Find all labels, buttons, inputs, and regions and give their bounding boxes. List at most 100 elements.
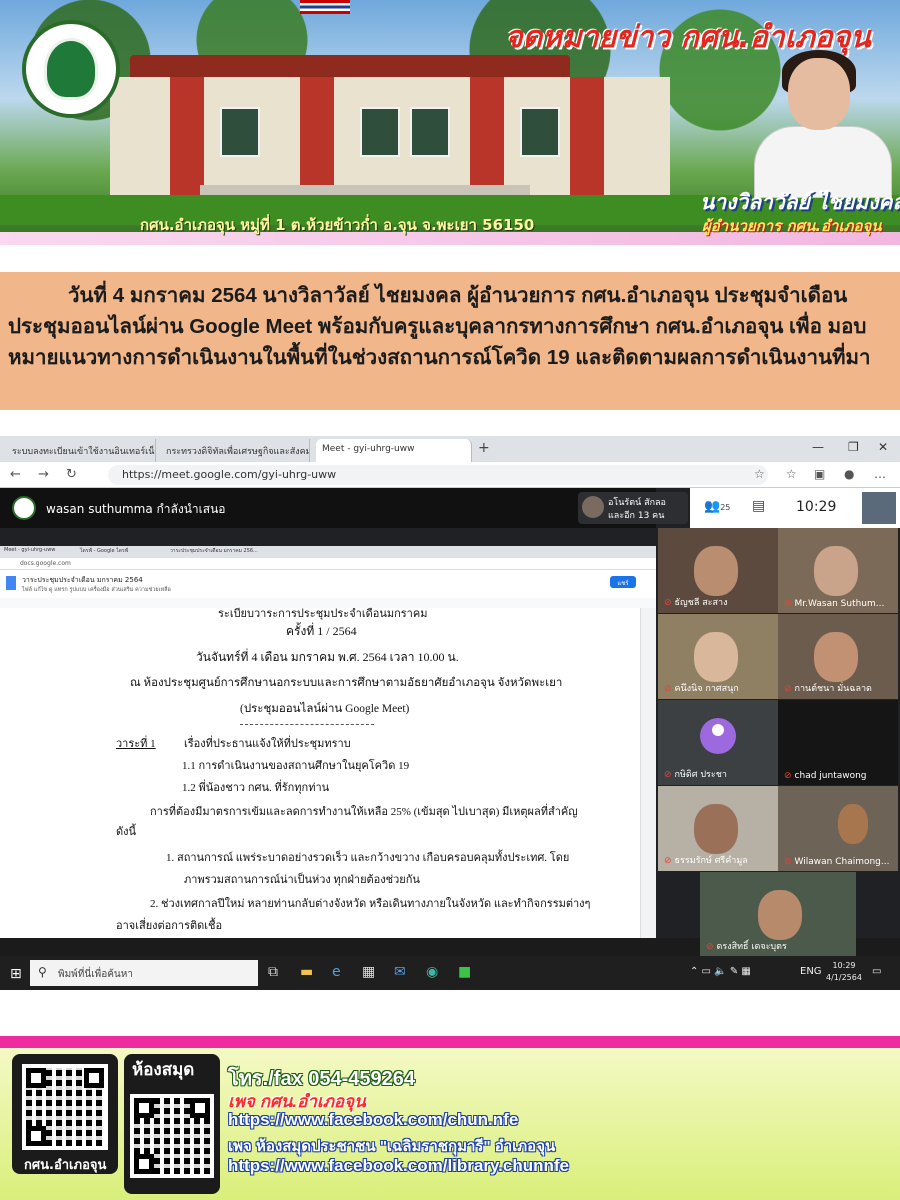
participant-tile[interactable]: ⊘ ธรรมรักษ์ ศรีคำมูล (658, 786, 778, 871)
library-label: ห้องสมุด (132, 1060, 195, 1080)
docs-icon (6, 576, 16, 590)
close-icon[interactable]: ✕ (878, 440, 888, 454)
mic-off-icon: ⊘ (784, 599, 792, 609)
forward-icon[interactable]: → (38, 467, 49, 482)
browser-tab-active[interactable]: Meet - gyi-uhrg-uww (316, 439, 472, 462)
doc-line: ครั้งที่ 1 / 2564 (286, 624, 357, 638)
thai-flag (300, 0, 350, 14)
newsletter-page: จดหมายข่าว กศน.อำเภอจุน กศน.อำเภอจุน หมู… (0, 0, 900, 1200)
doc-url: docs.google.com (0, 558, 656, 570)
participant-tile[interactable]: ⊘ คนึงนิจ กาศสนุก (658, 614, 778, 699)
reload-icon[interactable]: ↻ (66, 467, 77, 482)
nfe-logo (22, 20, 120, 118)
star-icon[interactable]: ☆ (754, 467, 765, 481)
participant-name: ธัญชลี สะสาง (674, 598, 728, 608)
mic-off-icon: ⊘ (784, 857, 792, 867)
director-role: ผู้อำนวยการ กศน.อำเภอจุน (702, 217, 882, 235)
mic-off-icon: ⊘ (784, 771, 792, 781)
participant-tile[interactable]: ⊘ กานต์ชนา มั่นฉลาด (778, 614, 898, 699)
office-building-photo (110, 55, 670, 205)
menu-dots-icon[interactable]: … (874, 467, 886, 481)
favorites-icon[interactable]: ☆ (786, 467, 797, 481)
contact-footer: กศน.อำเภอจุน ห้องสมุด โทร./fax 054-45926… (0, 1048, 900, 1200)
clock-date: 4/1/2564 (826, 973, 862, 982)
participant-name: คนึงนิจ กาศสนุก (674, 684, 739, 694)
qr-label: กศน.อำเภอจุน (24, 1158, 107, 1173)
tray-icons[interactable]: ⌃ ▭ 🔈 ✎ ▦ (690, 966, 751, 977)
participant-tile[interactable]: ⊘ chad juntawong (778, 700, 898, 785)
edge-icon[interactable]: ◉ (426, 964, 438, 980)
search-icon: ⚲ (38, 965, 47, 979)
doc-line: ระเบียบวาระการประชุมประจำเดือนมกราคม (218, 608, 428, 620)
collections-icon[interactable]: ▣ (814, 467, 825, 481)
footer-divider (0, 1036, 900, 1048)
minimize-icon[interactable]: — (812, 440, 824, 454)
presenter-bar: wasan suthumma กำลังนำเสนอ อโนรัตน์ สักล… (0, 488, 688, 528)
taskbar-clock[interactable]: 10:29 4/1/2564 (826, 960, 862, 984)
browser-tab[interactable]: ระบบลงทะเบียนเข้าใช้งานอินเทอร์เน็ต (6, 439, 156, 462)
people-button[interactable]: 👥25 (704, 499, 730, 514)
ie-icon[interactable]: e (332, 964, 341, 980)
back-icon[interactable]: ← (10, 467, 21, 482)
participant-tile[interactable]: ⊘ กษิดิศ ประชา (658, 700, 778, 785)
joiner-more: และอีก 13 คน (608, 511, 665, 521)
browser-tab[interactable]: กระทรวงดิจิทัลเพื่อเศรษฐกิจและสังคม (160, 439, 310, 462)
task-view-icon[interactable]: ⧉ (268, 964, 278, 980)
browser-tabbar: ระบบลงทะเบียนเข้าใช้งานอินเทอร์เน็ต กระท… (0, 436, 900, 462)
meet-time: 10:29 (796, 499, 837, 515)
doc-title[interactable]: วาระประชุมประจำเดือน มกราคม 2564 (22, 575, 143, 586)
mic-off-icon: ⊘ (664, 856, 672, 866)
participant-tile[interactable]: ⊘ Wilawan Chaimong... (778, 786, 898, 871)
joiner-avatar (582, 496, 604, 518)
library-page-label: เพจ ห้องสมุดประชาชน "เฉลิมราชกุมารี" อำเ… (228, 1138, 556, 1155)
doc-line: (ประชุมออนไลน์ผ่าน Google Meet) (240, 703, 410, 715)
presenter-avatar (12, 496, 36, 520)
participant-grid: ⊘ ธัญชลี สะสาง ⊘ Mr.Wasan Suthum... ⊘ คนึงน… (656, 528, 900, 957)
store-icon[interactable]: ▦ (362, 964, 375, 980)
windows-taskbar: ⊞ ⚲ พิมพ์ที่นี่เพื่อค้นหา ⧉ ▬ e ▦ ✉ ◉ ■ … (0, 956, 900, 990)
mail-icon[interactable]: ✉ (394, 964, 406, 980)
participant-name: Wilawan Chaimong... (794, 857, 890, 867)
search-placeholder: พิมพ์ที่นี่เพื่อค้นหา (58, 969, 133, 980)
maximize-icon[interactable]: ❐ (848, 440, 859, 454)
browser-addressbar: ← → ↻ https://meet.google.com/gyi-uhrg-u… (0, 462, 900, 488)
doc-tab: Meet - gyi-uhrg-uww (4, 547, 56, 553)
participant-tile[interactable]: ⊘ ธัญชลี สะสาง (658, 528, 778, 613)
doc-line: 1. สถานการณ์ แพร่ระบาดอย่างรวดเร็ว และกว… (166, 852, 570, 864)
share-button[interactable]: แชร์ (610, 576, 636, 588)
participant-name: กานต์ชนา มั่นฉลาด (794, 684, 872, 694)
participant-tile[interactable]: ⊘ Mr.Wasan Suthum... (778, 528, 898, 613)
presenter-name: wasan suthumma กำลังนำเสนอ (46, 502, 226, 516)
file-explorer-icon[interactable]: ▬ (300, 964, 313, 980)
join-notification: อโนรัตน์ สักลอ และอีก 13 คน (578, 492, 688, 524)
notification-icon[interactable]: ▭ (872, 966, 881, 977)
doc-tab: ไดรฟ์ - Google ไดรฟ์ (80, 548, 129, 554)
facebook-link[interactable]: https://www.facebook.com/chun.nfe (228, 1110, 518, 1130)
doc-body: ระเบียบวาระการประชุมประจำเดือนมกราคม ครั… (0, 608, 640, 938)
taskbar-search[interactable]: ⚲ พิมพ์ที่นี่เพื่อค้นหา (30, 960, 258, 986)
mic-off-icon: ⊘ (664, 770, 672, 780)
language-indicator[interactable]: ENG (800, 966, 822, 977)
line-icon[interactable]: ■ (458, 964, 471, 980)
chat-icon[interactable]: ▤ (752, 498, 765, 514)
headline-text: วันที่ 4 มกราคม 2564 นางวิลาวัลย์ ไชยมงค… (8, 284, 871, 369)
windows-start-icon[interactable]: ⊞ (10, 966, 22, 982)
mic-off-icon: ⊘ (784, 684, 792, 694)
url-field[interactable]: https://meet.google.com/gyi-uhrg-uww (108, 465, 768, 485)
new-tab-icon[interactable]: + (478, 440, 490, 456)
library-facebook-link[interactable]: https://www.facebook.com/library.chunnfe (228, 1156, 569, 1176)
meeting-screenshot: ระบบลงทะเบียนเข้าใช้งานอินเทอร์เน็ต กระท… (0, 436, 900, 990)
user-avatar-icon (700, 718, 736, 754)
doc-menu[interactable]: ไฟล์ แก้ไข ดู แทรก รูปแบบ เครื่องมือ ส่ว… (22, 586, 171, 594)
doc-line: การที่ต้องมีมาตรการเข้มและลดการทำงานให้เ… (150, 806, 578, 818)
doc-line: อาจเสี่ยงต่อการติดเชื้อ (116, 920, 223, 932)
participant-name: กษิดิศ ประชา (674, 770, 727, 780)
participant-name: ดรงสิทธิ์ เดจะบุตร (716, 942, 787, 952)
participant-name: Mr.Wasan Suthum... (794, 599, 885, 609)
profile-icon[interactable]: ● (844, 467, 854, 481)
doc-line: ภาพรวมสถานการณ์น่าเป็นห่วง ทุกฝ่ายต้องช่… (184, 874, 420, 886)
participant-tile[interactable]: ⊘ ดรงสิทธิ์ เดจะบุตร (700, 872, 856, 957)
headline-box: วันที่ 4 มกราคม 2564 นางวิลาวัลย์ ไชยมงค… (0, 272, 900, 410)
shared-document: Meet - gyi-uhrg-uww ไดรฟ์ - Google ไดรฟ์… (0, 546, 656, 938)
mic-off-icon: ⊘ (706, 942, 714, 952)
